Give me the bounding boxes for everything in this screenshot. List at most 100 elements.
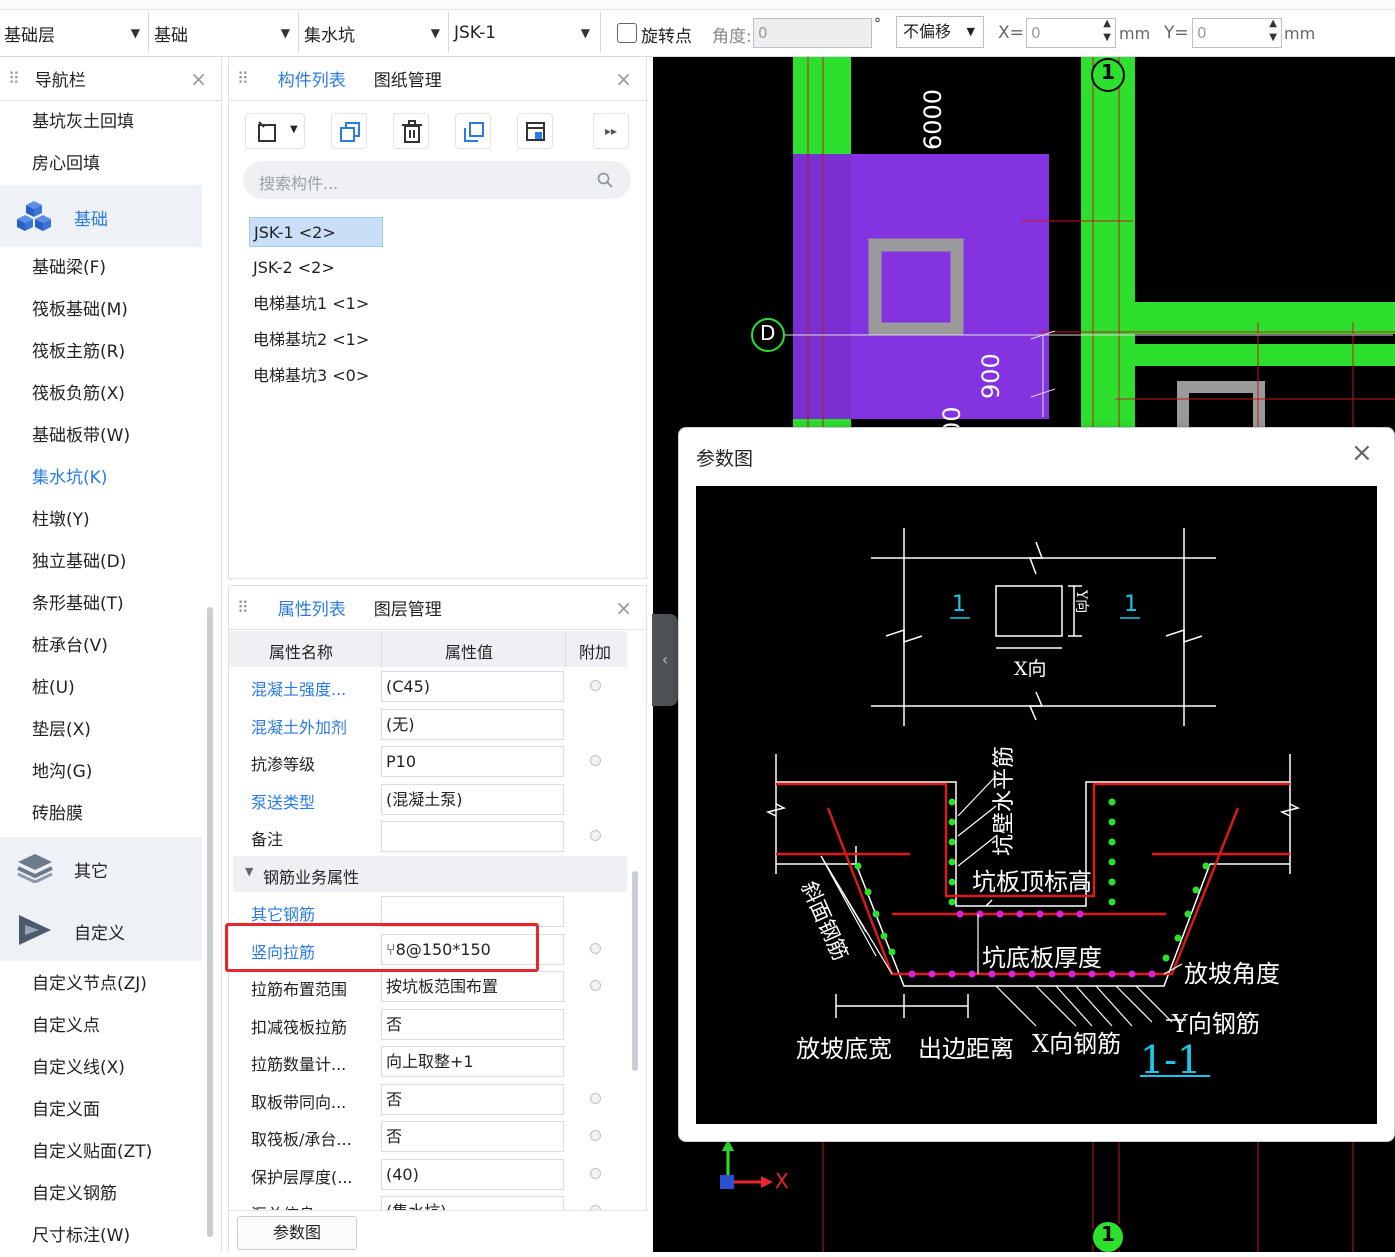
property-value[interactable]	[381, 821, 564, 852]
save-template-button[interactable]	[517, 113, 553, 149]
nav-item[interactable]: 筏板主筋(R)	[0, 331, 202, 373]
copy-button[interactable]	[331, 113, 367, 149]
param-diagram-button[interactable]: 参数图	[237, 1216, 357, 1250]
extra-indicator-icon[interactable]	[590, 1092, 601, 1104]
nav-item[interactable]: 垫层(X)	[0, 709, 202, 751]
category-dropdown[interactable]: 基础 ▼	[150, 14, 298, 52]
property-value[interactable]: (C45)	[381, 671, 564, 702]
nav-group-custom[interactable]: 自定义	[0, 899, 202, 961]
search-box[interactable]: 搜索构件...	[243, 161, 631, 199]
type-dropdown[interactable]: 集水坑 ▼	[300, 14, 448, 52]
property-row[interactable]: 取筏板/承台... 否	[229, 1118, 627, 1156]
nav-group-other[interactable]: 其它	[0, 837, 202, 899]
drag-handle-icon[interactable]: ⠿	[237, 598, 250, 617]
rotate-checkbox[interactable]	[617, 23, 637, 43]
angle-input[interactable]: 0	[753, 18, 872, 48]
property-name[interactable]: 其它钢筋	[251, 901, 315, 925]
x-input[interactable]: 0 ▲ ▼	[1026, 18, 1116, 48]
delete-button[interactable]	[393, 113, 429, 149]
nav-item[interactable]: 条形基础(T)	[0, 583, 202, 625]
property-value[interactable]: (40)	[381, 1158, 564, 1190]
nav-group-foundation[interactable]: 基础	[0, 185, 202, 247]
tab-component-list[interactable]: 构件列表	[278, 66, 346, 91]
extra-indicator-icon[interactable]	[590, 980, 601, 991]
extra-indicator-icon[interactable]	[590, 1130, 601, 1141]
offset-dropdown[interactable]: 不偏移 ▼	[896, 16, 984, 48]
collapse-panel-handle[interactable]: ‹	[652, 614, 678, 706]
property-row[interactable]: 取板带同向... 否	[229, 1081, 627, 1119]
dialog-close-icon[interactable]: ×	[1351, 438, 1373, 468]
nav-item[interactable]: 地沟(G)	[0, 751, 202, 793]
nav-item[interactable]: 自定义节点(ZJ)	[0, 963, 202, 1005]
component-item[interactable]: JSK-2 <2>	[249, 253, 335, 283]
nav-item[interactable]: 自定义线(X)	[0, 1047, 202, 1089]
component-item[interactable]: 电梯基坑3 <0>	[249, 361, 369, 391]
property-row[interactable]: 混凝土强度... (C45)	[229, 668, 627, 706]
property-value[interactable]: 否	[381, 1083, 564, 1115]
extra-indicator-icon[interactable]	[590, 755, 601, 766]
nav-item-backfill[interactable]: 基坑灰土回填	[0, 101, 202, 143]
spinner-icon[interactable]: ▲ ▼	[1103, 17, 1111, 45]
drag-handle-icon[interactable]: ⠿	[237, 69, 250, 88]
nav-item[interactable]: 砖胎膜	[0, 793, 202, 835]
spinner-icon[interactable]: ▲ ▼	[1269, 17, 1277, 45]
tab-property-list[interactable]: 属性列表	[278, 595, 346, 620]
drag-handle-icon[interactable]: ⠿	[8, 69, 21, 88]
nav-item[interactable]: 独立基础(D)	[0, 541, 202, 583]
nav-item[interactable]: 自定义钢筋	[0, 1173, 202, 1215]
chevron-down-icon[interactable]: ▼	[290, 124, 298, 135]
extra-indicator-icon[interactable]	[590, 1167, 601, 1179]
tab-layer-management[interactable]: 图层管理	[374, 595, 442, 620]
rebar-section-header[interactable]: ▼ 钢筋业务属性	[233, 856, 627, 892]
y-input[interactable]: 0 ▲ ▼	[1192, 18, 1282, 48]
search-icon[interactable]	[597, 172, 613, 188]
property-row[interactable]: 抗渗等级 P10	[229, 743, 627, 781]
layer-copy-button[interactable]	[455, 113, 491, 149]
close-icon[interactable]: ×	[190, 67, 207, 91]
property-name[interactable]: 混凝土外加剂	[251, 714, 347, 738]
extra-indicator-icon[interactable]	[590, 830, 601, 841]
property-row[interactable]: 混凝土外加剂 (无)	[229, 706, 627, 744]
component-dropdown[interactable]: JSK-1 ▼	[450, 14, 598, 52]
nav-item[interactable]: 自定义面	[0, 1089, 202, 1131]
property-scrollbar[interactable]	[632, 871, 638, 1071]
property-row[interactable]: 拉筋布置范围 按坑板范围布置	[229, 968, 627, 1006]
property-row[interactable]: 保护层厚度(... (40)	[229, 1156, 627, 1194]
floor-dropdown[interactable]: 基础层 ▼	[0, 14, 148, 52]
nav-item[interactable]: 尺寸标注(W)	[0, 1215, 202, 1257]
nav-scrollbar[interactable]	[207, 607, 213, 1237]
nav-item[interactable]: 基础梁(F)	[0, 247, 202, 289]
collapse-icon[interactable]: ▼	[245, 865, 253, 878]
nav-item[interactable]: 基础板带(W)	[0, 415, 202, 457]
property-row[interactable]: 扣减筏板拉筋 否	[229, 1006, 627, 1044]
property-name[interactable]: 混凝土强度...	[251, 676, 346, 700]
close-icon[interactable]: ×	[615, 67, 632, 91]
property-row[interactable]: 拉筋数量计... 向上取整+1	[229, 1043, 627, 1081]
property-row[interactable]: 备注	[229, 818, 627, 856]
property-value[interactable]: 按坑板范围布置	[381, 971, 564, 1002]
nav-item[interactable]: 自定义贴面(ZT)	[0, 1131, 202, 1173]
tab-drawing-management[interactable]: 图纸管理	[374, 66, 442, 91]
nav-item[interactable]: 桩承台(V)	[0, 625, 202, 667]
nav-item[interactable]: 筏板基础(M)	[0, 289, 202, 331]
property-value[interactable]: (无)	[381, 708, 564, 740]
nav-item[interactable]: 自定义点	[0, 1005, 202, 1047]
property-value[interactable]: P10	[381, 746, 564, 777]
nav-item-room-backfill[interactable]: 房心回填	[0, 143, 202, 185]
nav-item[interactable]: 集水坑(K)	[0, 457, 202, 499]
property-name[interactable]: 泵送类型	[251, 789, 315, 813]
nav-item[interactable]: 柱墩(Y)	[0, 499, 202, 541]
new-component-button[interactable]: ▼	[245, 113, 305, 149]
component-item[interactable]: 电梯基坑1 <1>	[249, 289, 369, 319]
nav-item[interactable]: 筏板负筋(X)	[0, 373, 202, 415]
property-value[interactable]: 否	[381, 1008, 564, 1040]
extra-indicator-icon[interactable]	[590, 942, 601, 954]
more-tools-button[interactable]: ▸▸	[593, 113, 629, 149]
component-item[interactable]: JSK-1 <2>	[249, 217, 383, 247]
property-row[interactable]: 泵送类型 (混凝土泵)	[229, 781, 627, 819]
component-item[interactable]: 电梯基坑2 <1>	[249, 325, 369, 355]
close-icon[interactable]: ×	[615, 596, 632, 620]
property-value[interactable]: 否	[381, 1121, 564, 1152]
property-value[interactable]: 向上取整+1	[381, 1046, 564, 1077]
extra-indicator-icon[interactable]	[590, 680, 601, 691]
